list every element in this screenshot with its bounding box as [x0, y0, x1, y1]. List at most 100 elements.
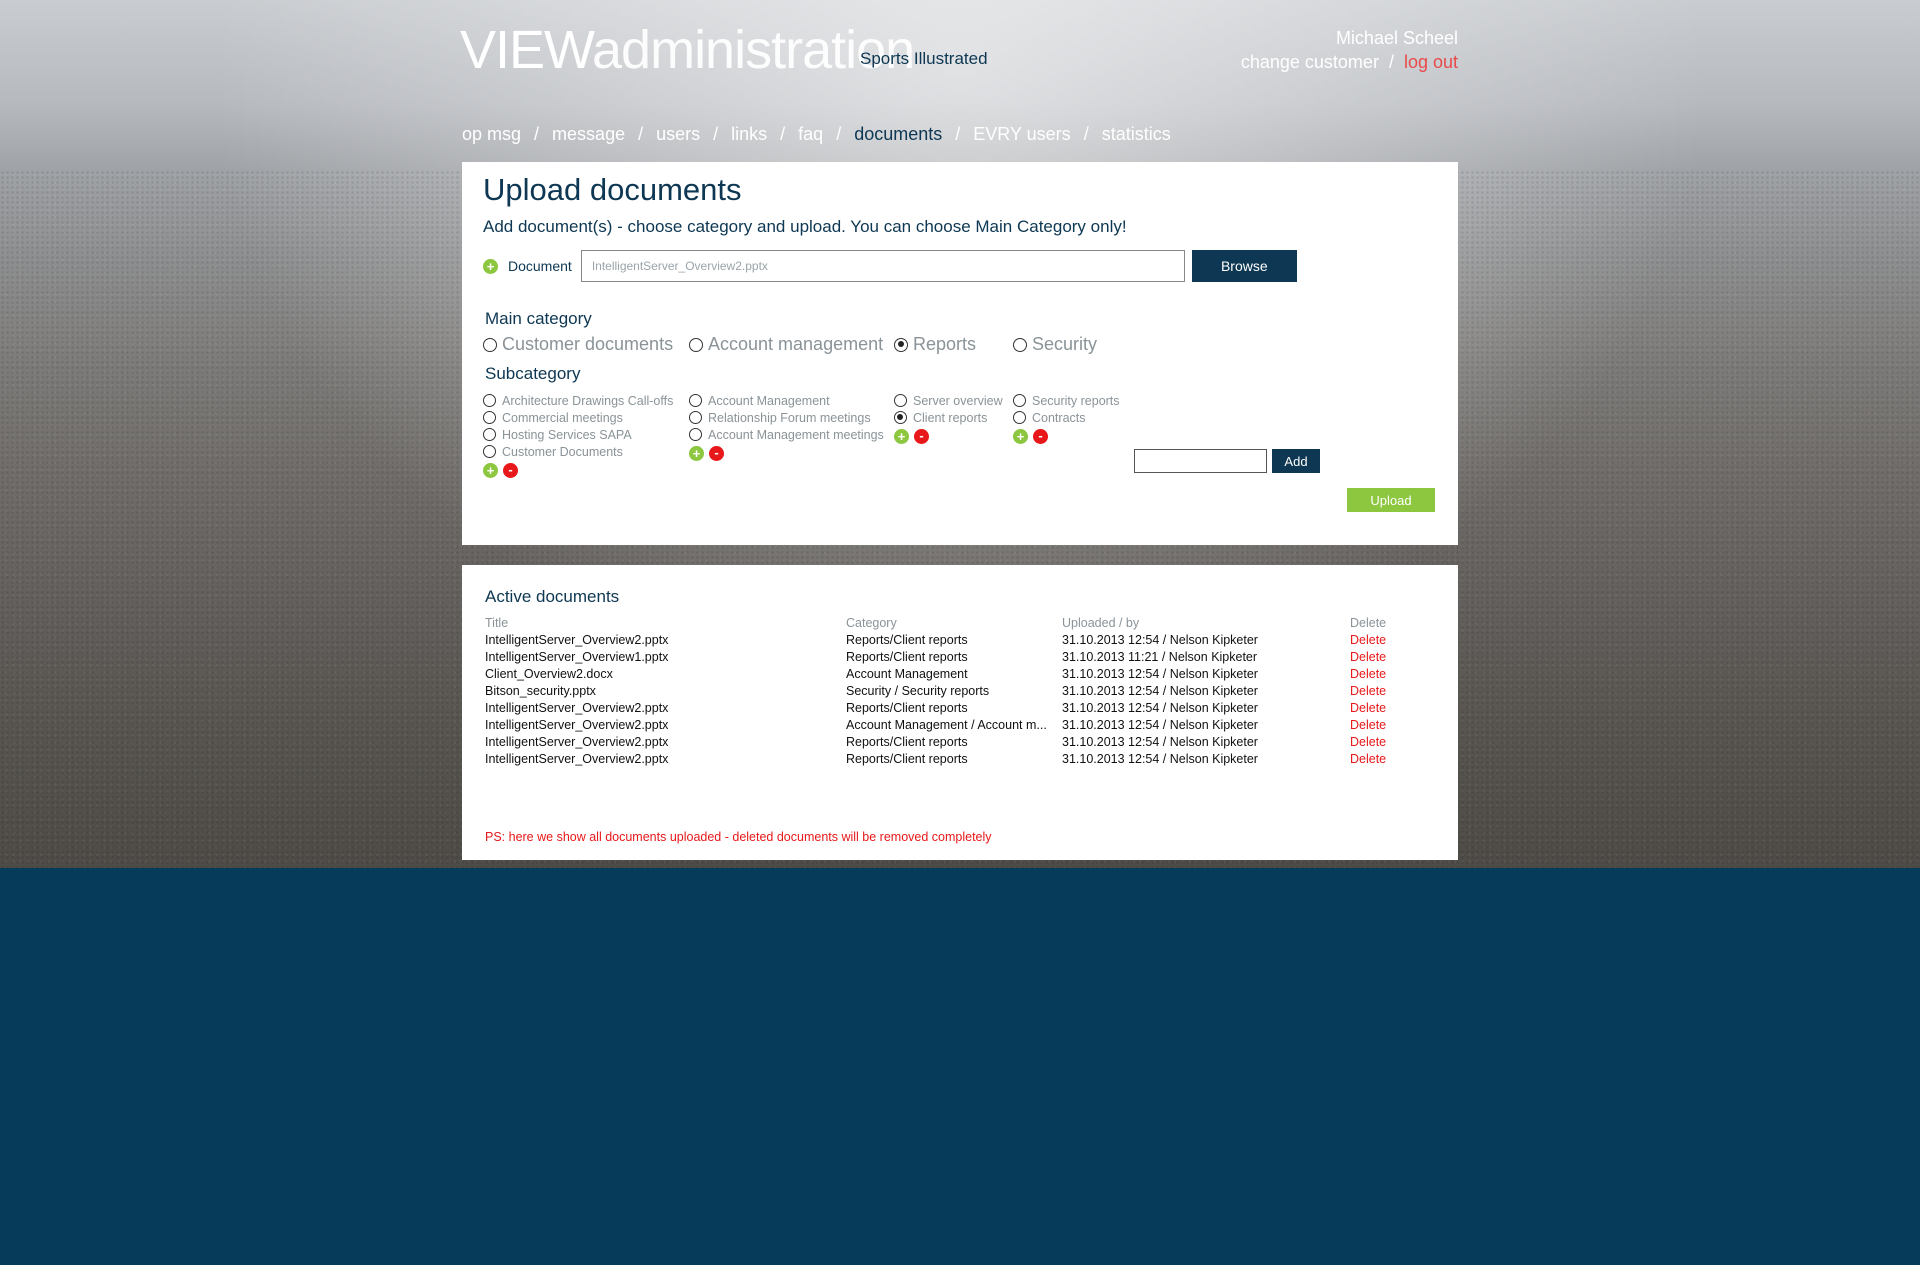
nav-item-statistics[interactable]: statistics — [1102, 124, 1171, 145]
subcategory-column: Architecture Drawings Call-offs Commercia… — [483, 392, 673, 478]
radio-button[interactable] — [1013, 394, 1026, 407]
document-uploaded-by: 31.10.2013 12:54 / Nelson Kipketer — [1062, 751, 1258, 766]
add-subcategory-icon[interactable]: + — [1013, 429, 1028, 444]
table-row: Client_Overview2.docx Account Management 3… — [485, 665, 1430, 682]
add-document-icon[interactable]: + — [483, 258, 498, 274]
radio-button[interactable] — [483, 428, 496, 441]
table-row: IntelligentServer_Overview2.pptx Reports/… — [485, 733, 1430, 750]
subcategory-option[interactable]: Security reports — [1013, 392, 1120, 409]
add-subcategory-icon[interactable]: + — [483, 463, 498, 478]
subcategory-option[interactable]: Commercial meetings — [483, 409, 673, 426]
delete-link[interactable]: Delete — [1350, 650, 1430, 664]
delete-link[interactable]: Delete — [1350, 718, 1430, 732]
nav-separator: / — [534, 124, 540, 144]
document-row: + Document Browse — [483, 250, 1297, 282]
nav-separator: / — [638, 124, 644, 144]
subcategory-option[interactable]: Client reports — [894, 409, 1003, 426]
radio-button[interactable] — [894, 411, 907, 424]
radio-button[interactable] — [483, 411, 496, 424]
active-documents-title: Active documents — [485, 587, 620, 606]
subcategory-label: Contracts — [1032, 410, 1086, 425]
upload-panel: Upload documents Add document(s) - choos… — [462, 162, 1458, 545]
active-documents-panel: Active documents Title Category Uploaded /… — [462, 565, 1458, 860]
nav-item-op-msg[interactable]: op msg — [462, 124, 521, 145]
subcategory-option[interactable]: Account Management meetings — [689, 426, 884, 443]
nav-item-faq[interactable]: faq — [798, 124, 823, 145]
subcategory-label: Commercial meetings — [502, 410, 623, 425]
upload-button[interactable]: Upload — [1347, 488, 1435, 512]
subcategory-option[interactable]: Contracts — [1013, 409, 1120, 426]
table-row: IntelligentServer_Overview1.pptx Reports/… — [485, 648, 1430, 665]
document-uploaded-by: 31.10.2013 12:54 / Nelson Kipketer — [1062, 700, 1258, 715]
add-subcategory-icon[interactable]: + — [894, 429, 909, 444]
document-category: Security / Security reports — [846, 683, 990, 698]
nav-item-evry-users[interactable]: EVRY users — [973, 124, 1070, 145]
remove-subcategory-icon[interactable]: - — [503, 463, 518, 478]
add-remove-controls: + - — [1013, 429, 1120, 444]
add-remove-controls: + - — [689, 446, 884, 461]
main-category-option[interactable]: Security — [1013, 334, 1097, 355]
delete-link[interactable]: Delete — [1350, 735, 1430, 749]
documents-table: Title Category Uploaded / by Delete Intellig… — [485, 614, 1430, 767]
subcategory-option[interactable]: Server overview — [894, 392, 1003, 409]
remove-subcategory-icon[interactable]: - — [1033, 429, 1048, 444]
delete-link[interactable]: Delete — [1350, 701, 1430, 715]
subcategory-option[interactable]: Architecture Drawings Call-offs — [483, 392, 673, 409]
nav-item-users[interactable]: users — [656, 124, 700, 145]
main-category-option[interactable]: Customer documents — [483, 334, 673, 355]
document-category: Reports/Client reports — [846, 700, 968, 715]
subcategory-option[interactable]: Relationship Forum meetings — [689, 409, 884, 426]
subcategory-option[interactable]: Customer Documents — [483, 443, 673, 460]
radio-button[interactable] — [483, 394, 496, 407]
logout-link[interactable]: log out — [1404, 52, 1458, 72]
add-button[interactable]: Add — [1272, 449, 1320, 473]
delete-link[interactable]: Delete — [1350, 752, 1430, 766]
subcategory-label: Account Management meetings — [708, 427, 884, 442]
main-category-option[interactable]: Account management — [689, 334, 883, 355]
add-subcategory-icon[interactable]: + — [689, 446, 704, 461]
new-subcategory-input[interactable] — [1134, 449, 1267, 473]
subcategory-label: Customer Documents — [502, 444, 623, 459]
subcategory-column: Security reports Contracts + - — [1013, 392, 1120, 444]
subcategory-label: Architecture Drawings Call-offs — [502, 393, 674, 408]
change-customer-link[interactable]: change customer — [1241, 52, 1379, 72]
column-header: Title — [485, 615, 509, 630]
nav-item-documents[interactable]: documents — [854, 124, 942, 145]
nav-item-links[interactable]: links — [731, 124, 767, 145]
browse-button[interactable]: Browse — [1191, 250, 1297, 282]
delete-link[interactable]: Delete — [1350, 633, 1430, 647]
radio-button[interactable] — [689, 394, 702, 407]
radio-button[interactable] — [894, 394, 907, 407]
radio-button[interactable] — [689, 337, 703, 352]
document-title: Bitson_security.pptx — [485, 683, 596, 698]
app-logo[interactable]: VIEWadministration — [460, 18, 915, 82]
subcategory-option[interactable]: Hosting Services SAPA — [483, 426, 673, 443]
subcategory-label: Security reports — [1032, 393, 1120, 408]
radio-button[interactable] — [894, 337, 908, 352]
remove-subcategory-icon[interactable]: - — [914, 429, 929, 444]
document-category: Reports/Client reports — [846, 632, 968, 647]
radio-button[interactable] — [483, 337, 497, 352]
column-header: Uploaded / by — [1062, 615, 1140, 630]
radio-button[interactable] — [689, 411, 702, 424]
document-category: Account Management / Account m... — [846, 717, 1047, 732]
main-category-option[interactable]: Reports — [894, 334, 976, 355]
nav-separator: / — [780, 124, 786, 144]
delete-link[interactable]: Delete — [1350, 684, 1430, 698]
radio-button[interactable] — [1013, 337, 1027, 352]
radio-button[interactable] — [483, 445, 496, 458]
nav-item-message[interactable]: message — [552, 124, 625, 145]
delete-link[interactable]: Delete — [1350, 667, 1430, 681]
user-name: Michael Scheel — [1335, 28, 1458, 48]
document-title: IntelligentServer_Overview2.pptx — [485, 632, 669, 647]
radio-button[interactable] — [1013, 411, 1026, 424]
table-row: IntelligentServer_Overview2.pptx Reports/… — [485, 750, 1430, 767]
document-title: IntelligentServer_Overview1.pptx — [485, 649, 669, 664]
remove-subcategory-icon[interactable]: - — [709, 446, 724, 461]
radio-button[interactable] — [689, 428, 702, 441]
table-row: IntelligentServer_Overview2.pptx Account … — [485, 716, 1430, 733]
deletion-note: PS: here we show all documents uploaded … — [485, 830, 992, 844]
main-category-label: Security — [1032, 334, 1098, 354]
document-file-input[interactable] — [580, 250, 1185, 282]
subcategory-option[interactable]: Account Management — [689, 392, 884, 409]
